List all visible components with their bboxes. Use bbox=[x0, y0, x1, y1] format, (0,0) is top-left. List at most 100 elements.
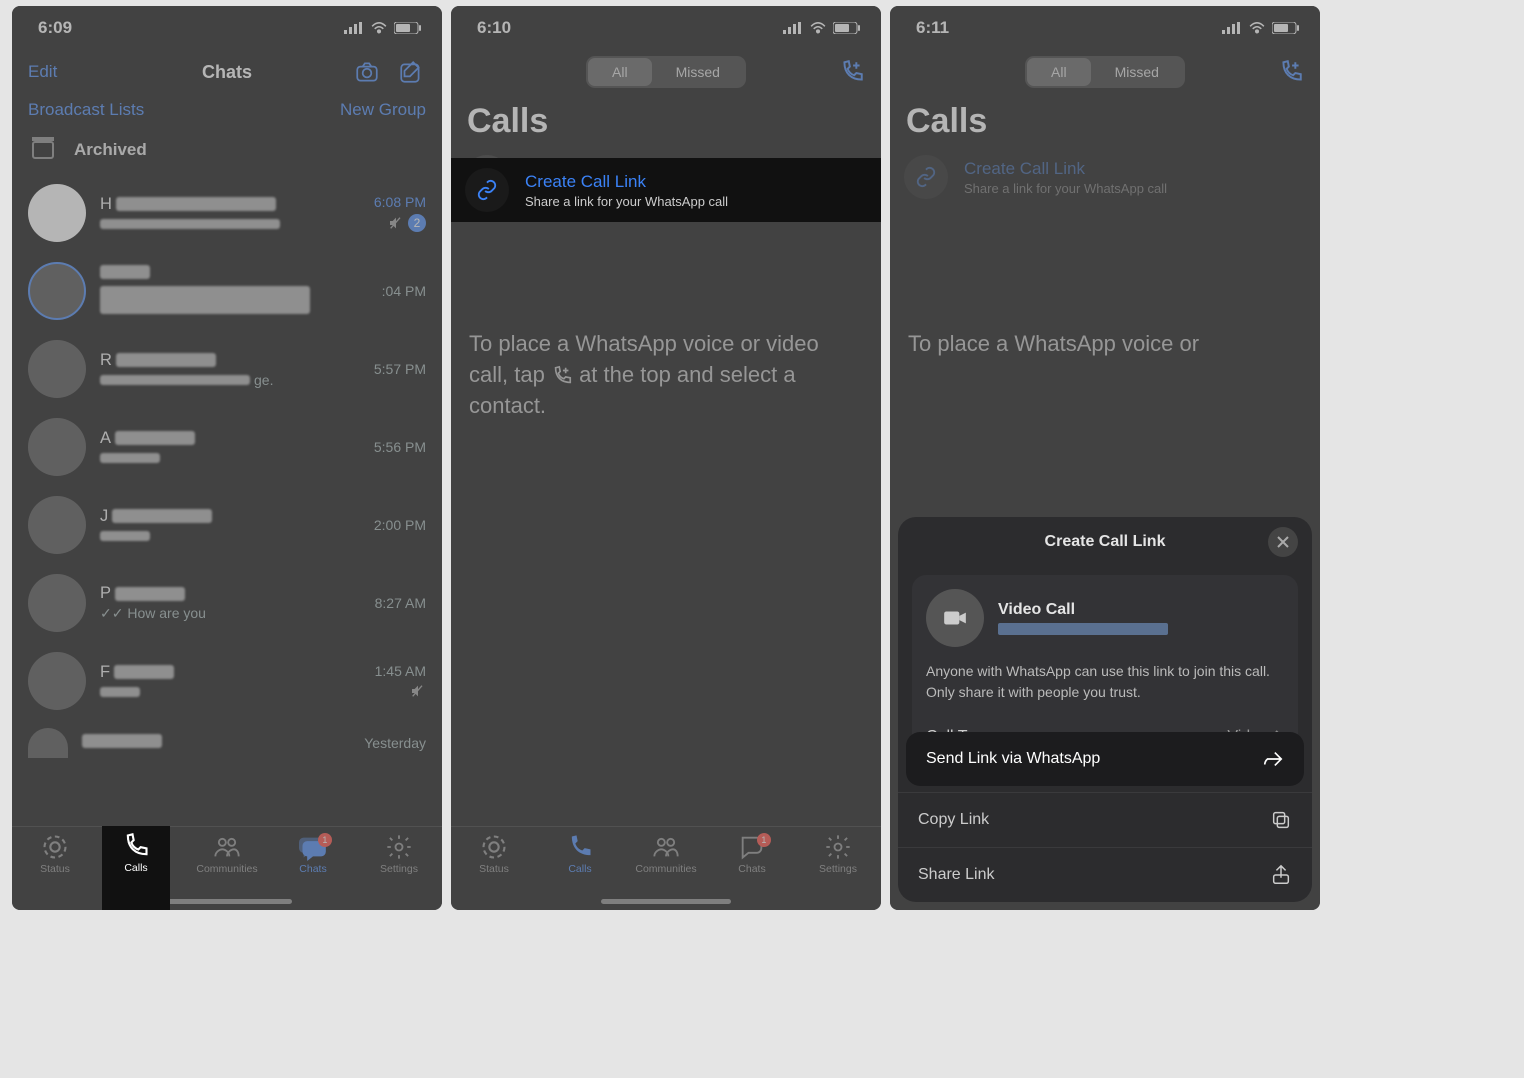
chat-name: J bbox=[100, 507, 108, 526]
copy-link-row[interactable]: Copy Link bbox=[898, 792, 1312, 847]
chat-time: 5:57 PM bbox=[374, 361, 426, 377]
tab-label: Chats bbox=[299, 863, 326, 875]
tab-label: Communities bbox=[196, 863, 257, 875]
chat-row[interactable]: :04 PM bbox=[12, 252, 442, 330]
link-icon bbox=[465, 168, 509, 212]
compose-icon[interactable] bbox=[396, 57, 426, 87]
tab-label: Communities bbox=[635, 863, 696, 875]
avatar bbox=[28, 340, 86, 398]
chat-preview: ge. bbox=[254, 372, 273, 388]
sheet-note: Anyone with WhatsApp can use this link t… bbox=[926, 661, 1284, 702]
tab-label: Status bbox=[479, 863, 509, 875]
archived-row[interactable]: Archived bbox=[12, 130, 442, 174]
chat-time: 6:08 PM bbox=[374, 194, 426, 210]
battery-icon bbox=[833, 22, 861, 34]
segmented-control[interactable]: All Missed bbox=[586, 56, 746, 88]
communities-icon bbox=[213, 833, 241, 861]
avatar bbox=[28, 496, 86, 554]
status-icon bbox=[41, 833, 69, 861]
chat-name: P bbox=[100, 584, 111, 603]
avatar bbox=[28, 574, 86, 632]
chat-row[interactable]: F 1:45 AM bbox=[12, 642, 442, 720]
create-link-title: Create Call Link bbox=[964, 159, 1167, 179]
chat-row[interactable]: Yesterday bbox=[12, 720, 442, 766]
chat-row[interactable]: A 5:56 PM bbox=[12, 408, 442, 486]
battery-icon bbox=[394, 22, 422, 34]
status-time: 6:09 bbox=[38, 18, 72, 38]
phone-icon bbox=[122, 832, 150, 860]
call-link-url[interactable] bbox=[998, 623, 1168, 635]
muted-icon bbox=[410, 683, 426, 699]
signal-icon bbox=[1222, 22, 1242, 34]
status-time: 6:11 bbox=[916, 18, 949, 38]
communities-icon bbox=[652, 833, 680, 861]
broadcast-lists-button[interactable]: Broadcast Lists bbox=[28, 100, 144, 120]
avatar bbox=[28, 728, 68, 758]
avatar bbox=[28, 652, 86, 710]
seg-all[interactable]: All bbox=[1027, 58, 1091, 86]
tab-bar: Status Calls Communities 1 Chats Setting… bbox=[451, 826, 881, 910]
chat-name: A bbox=[100, 429, 111, 448]
chat-name: R bbox=[100, 351, 112, 370]
wifi-icon bbox=[1248, 22, 1266, 34]
badge: 1 bbox=[318, 833, 332, 847]
unread-badge: 2 bbox=[408, 214, 426, 232]
chat-row[interactable]: R ge. 5:57 PM bbox=[12, 330, 442, 408]
muted-icon bbox=[388, 215, 404, 231]
share-link-row[interactable]: Share Link bbox=[898, 847, 1312, 902]
share-icon bbox=[1270, 864, 1292, 886]
home-indicator[interactable] bbox=[601, 899, 731, 904]
camera-icon[interactable] bbox=[352, 57, 382, 87]
segmented-control[interactable]: All Missed bbox=[1025, 56, 1185, 88]
home-indicator[interactable] bbox=[162, 899, 292, 904]
sheet-title: Create Call Link bbox=[1045, 533, 1166, 551]
edit-button[interactable]: Edit bbox=[28, 62, 57, 82]
status-time: 6:10 bbox=[477, 18, 511, 38]
chat-row[interactable]: P ✓✓ How are you 8:27 AM bbox=[12, 564, 442, 642]
chat-time: Yesterday bbox=[364, 735, 426, 751]
close-button[interactable] bbox=[1268, 527, 1298, 557]
call-type-title: Video Call bbox=[998, 601, 1168, 619]
tab-label: Settings bbox=[380, 863, 418, 875]
status-icons bbox=[344, 22, 422, 34]
nav-bar: Edit Chats bbox=[12, 50, 442, 94]
seg-missed[interactable]: Missed bbox=[652, 58, 744, 86]
tab-label: Chats bbox=[738, 863, 765, 875]
new-call-icon[interactable] bbox=[837, 57, 867, 87]
tab-settings[interactable]: Settings bbox=[795, 833, 881, 910]
page-title: Calls bbox=[890, 94, 1320, 145]
tab-calls-highlighted[interactable]: Calls bbox=[102, 826, 170, 910]
chat-row[interactable]: H 6:08 PM 2 bbox=[12, 174, 442, 252]
send-link-row-highlighted[interactable]: Send Link via WhatsApp bbox=[906, 732, 1304, 786]
chat-time: :04 PM bbox=[382, 283, 426, 299]
close-icon bbox=[1276, 535, 1290, 549]
create-link-title: Create Call Link bbox=[525, 172, 728, 192]
create-call-link-row[interactable]: Create Call Link Share a link for your W… bbox=[890, 145, 1320, 209]
page-title: Calls bbox=[451, 94, 881, 145]
battery-icon bbox=[1272, 22, 1300, 34]
forward-icon bbox=[1262, 748, 1284, 770]
tab-status[interactable]: Status bbox=[12, 833, 98, 910]
empty-state-text: To place a WhatsApp voice or video call,… bbox=[451, 209, 881, 421]
chat-time: 8:27 AM bbox=[375, 595, 426, 611]
new-group-button[interactable]: New Group bbox=[340, 100, 426, 120]
create-link-subtitle: Share a link for your WhatsApp call bbox=[964, 181, 1167, 196]
action-label: Send Link via WhatsApp bbox=[926, 750, 1100, 768]
seg-all[interactable]: All bbox=[588, 58, 652, 86]
gear-icon bbox=[824, 833, 852, 861]
wifi-icon bbox=[370, 22, 388, 34]
status-icons bbox=[1222, 22, 1300, 34]
copy-icon bbox=[1270, 809, 1292, 831]
tab-status[interactable]: Status bbox=[451, 833, 537, 910]
create-call-link-highlighted[interactable]: Create Call Link Share a link for your W… bbox=[451, 158, 881, 222]
empty-state-text: To place a WhatsApp voice or bbox=[890, 209, 1320, 360]
link-icon bbox=[904, 155, 948, 199]
tab-label: Settings bbox=[819, 863, 857, 875]
status-icon bbox=[480, 833, 508, 861]
tab-settings[interactable]: Settings bbox=[356, 833, 442, 910]
signal-icon bbox=[344, 22, 364, 34]
new-call-icon[interactable] bbox=[1276, 57, 1306, 87]
signal-icon bbox=[783, 22, 803, 34]
seg-missed[interactable]: Missed bbox=[1091, 58, 1183, 86]
chat-row[interactable]: J 2:00 PM bbox=[12, 486, 442, 564]
